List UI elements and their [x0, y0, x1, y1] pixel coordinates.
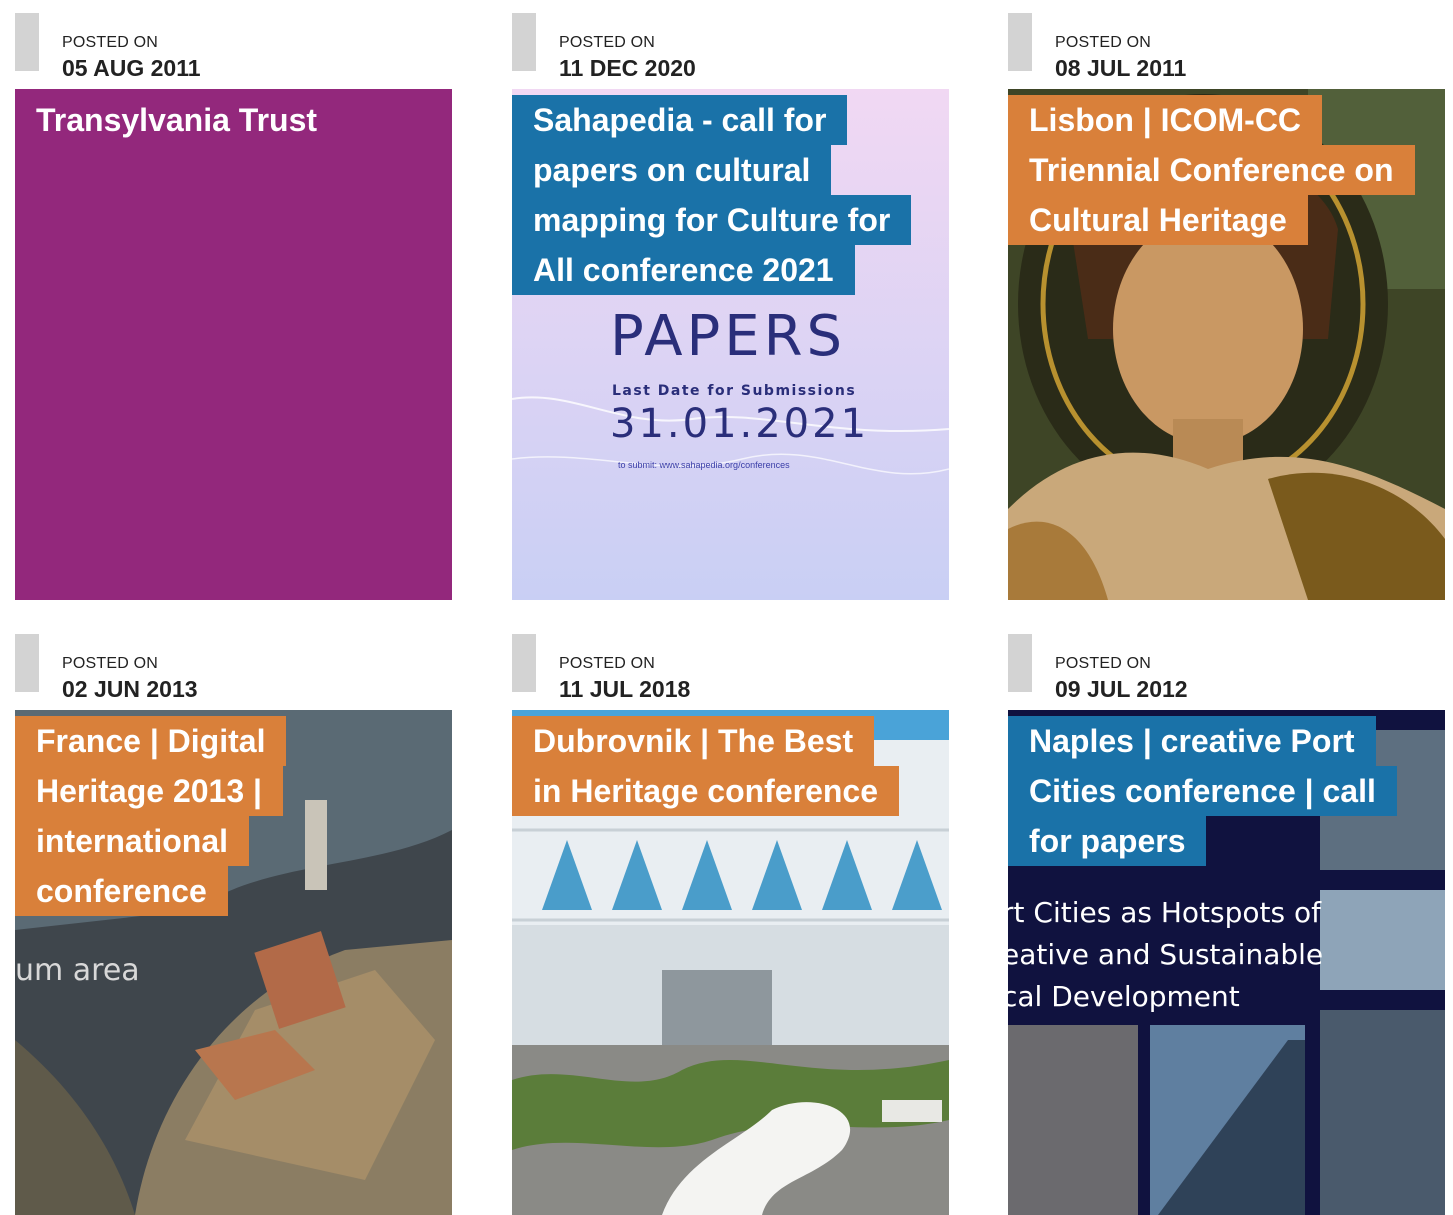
post-title[interactable]: Transylvania Trust — [15, 95, 338, 145]
post-card[interactable]: POSTED ON 11 JUL 2018 Dubrovnik | The Be… — [512, 634, 949, 1215]
title-line: Lisbon | ICOM-CC — [1008, 95, 1323, 145]
post-card[interactable]: POSTED ON 05 AUG 2011 Transylvania Trust — [15, 13, 452, 600]
post-image[interactable]: PAPERS Last Date for Submissions 31.01.2… — [512, 89, 949, 600]
post-date: 08 JUL 2011 — [1055, 55, 1187, 81]
date-accent-bar — [512, 13, 536, 71]
post-title[interactable]: Dubrovnik | The Best in Heritage confere… — [512, 716, 899, 816]
title-line: conference — [15, 866, 228, 916]
poster-deadline: 31.01.2021 — [610, 401, 869, 447]
post-card[interactable]: POSTED ON 11 DEC 2020 PAPERS Last Date f… — [512, 13, 949, 600]
post-date: 11 JUL 2018 — [559, 676, 691, 702]
date-accent-bar — [1008, 634, 1032, 692]
posted-on-label: POSTED ON — [559, 34, 656, 51]
post-image[interactable]: um area France | Digital Heritage 2013 |… — [15, 710, 452, 1215]
posted-on-label: POSTED ON — [62, 655, 159, 672]
title-line: for papers — [1008, 816, 1207, 866]
title-line: Triennial Conference on — [1008, 145, 1415, 195]
title-line: Naples | creative Port — [1008, 716, 1376, 766]
posted-on-label: POSTED ON — [559, 655, 656, 672]
image-caption: um area — [15, 953, 140, 988]
image-text-line: cal Development — [1008, 980, 1240, 1013]
post-title[interactable]: Naples | creative Port Cities conference… — [1008, 716, 1397, 866]
poster-last-date: Last Date for Submissions — [612, 383, 856, 399]
title-line: Transylvania Trust — [36, 102, 318, 138]
image-text-line: rt Cities as Hotspots of — [1008, 896, 1322, 929]
post-date: 02 JUN 2013 — [62, 676, 198, 702]
post-image[interactable]: Lisbon | ICOM-CC Triennial Conference on… — [1008, 89, 1445, 600]
post-date: 09 JUL 2012 — [1055, 676, 1188, 702]
posted-on: POSTED ON 02 JUN 2013 — [15, 634, 452, 702]
title-line: France | Digital — [15, 716, 287, 766]
title-line: Dubrovnik | The Best — [512, 716, 875, 766]
image-text-line: eative and Sustainable — [1008, 938, 1323, 971]
date-accent-bar — [15, 13, 39, 71]
post-card[interactable]: POSTED ON 08 JUL 2011 Lisbon | ICOM-CC T… — [1008, 13, 1445, 600]
post-image[interactable]: rt Cities as Hotspots of eative and Sust… — [1008, 710, 1445, 1215]
post-image[interactable]: Transylvania Trust — [15, 89, 452, 600]
title-line: Sahapedia - call for — [512, 95, 848, 145]
posted-on-label: POSTED ON — [1055, 655, 1152, 672]
post-title[interactable]: Lisbon | ICOM-CC Triennial Conference on… — [1008, 95, 1415, 245]
date-accent-bar — [1008, 13, 1032, 71]
poster-submit: to submit: www.sahapedia.org/conferences — [618, 460, 790, 470]
title-line: All conference 2021 — [512, 245, 855, 295]
title-line: papers on cultural — [512, 145, 832, 195]
title-line: international — [15, 816, 250, 866]
post-image[interactable]: Dubrovnik | The Best in Heritage confere… — [512, 710, 949, 1215]
post-title[interactable]: Sahapedia - call for papers on cultural … — [512, 95, 912, 295]
poster-papers: PAPERS — [610, 304, 846, 369]
title-line: Heritage 2013 | — [15, 766, 283, 816]
posted-on: POSTED ON 09 JUL 2012 — [1008, 634, 1445, 702]
posted-on: POSTED ON 11 JUL 2018 — [512, 634, 949, 702]
posted-on: POSTED ON 08 JUL 2011 — [1008, 13, 1445, 81]
title-line: Cultural Heritage — [1008, 195, 1308, 245]
posted-on-label: POSTED ON — [1055, 34, 1152, 51]
post-card[interactable]: POSTED ON 09 JUL 2012 rt Cities as Hotsp… — [1008, 634, 1445, 1215]
post-date: 05 AUG 2011 — [62, 55, 201, 81]
title-line: Cities conference | call — [1008, 766, 1397, 816]
post-card[interactable]: POSTED ON 02 JUN 2013 um area France | D… — [15, 634, 452, 1215]
posted-on-label: POSTED ON — [62, 34, 159, 51]
posted-on: POSTED ON 05 AUG 2011 — [15, 13, 452, 81]
title-line: mapping for Culture for — [512, 195, 912, 245]
posted-on: POSTED ON 11 DEC 2020 — [512, 13, 949, 81]
post-title[interactable]: France | Digital Heritage 2013 | interna… — [15, 716, 287, 916]
date-accent-bar — [512, 634, 536, 692]
post-date: 11 DEC 2020 — [559, 55, 696, 81]
title-line: in Heritage conference — [512, 766, 899, 816]
date-accent-bar — [15, 634, 39, 692]
